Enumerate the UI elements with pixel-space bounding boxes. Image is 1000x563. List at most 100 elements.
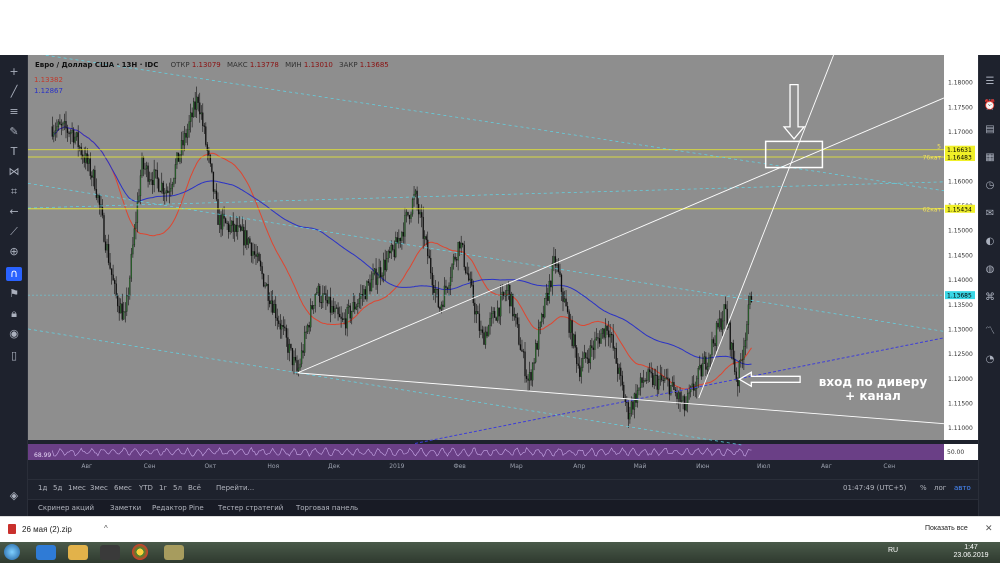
tf-5d[interactable]: 5д	[53, 484, 62, 492]
candle	[158, 178, 160, 192]
crosshair-icon[interactable]: +	[6, 65, 22, 79]
candle	[186, 129, 189, 138]
candle	[337, 307, 339, 315]
candle	[145, 165, 148, 170]
goto-date-button[interactable]: Перейти...	[216, 484, 254, 492]
tab-strategy-tester[interactable]: Тестер стратегий	[218, 504, 283, 512]
candle	[155, 169, 157, 171]
candle	[539, 321, 541, 328]
download-menu-arrow[interactable]: ^	[104, 524, 108, 533]
chart-area[interactable]: 1.180001.175001.170001.165001.160001.155…	[28, 55, 978, 479]
candle	[718, 318, 721, 328]
candle	[422, 216, 424, 239]
ie-icon[interactable]	[36, 545, 56, 560]
tab-notes[interactable]: Заметки	[110, 504, 141, 512]
chrome-icon[interactable]	[132, 544, 148, 560]
candle	[411, 199, 414, 215]
percent-toggle[interactable]: %	[920, 484, 927, 492]
tf-ytd[interactable]: YTD	[139, 484, 153, 492]
alert-clock-icon[interactable]: ⏰	[983, 99, 997, 113]
candle	[285, 327, 288, 338]
data-window-icon[interactable]: ▤	[983, 123, 997, 137]
tf-1d[interactable]: 1д	[38, 484, 47, 492]
trend-icon[interactable]: 〽	[983, 325, 997, 339]
clock[interactable]: 01:47:49 (UTC+5)	[843, 484, 906, 492]
candle	[398, 238, 400, 244]
log-toggle[interactable]: лог	[934, 484, 946, 492]
fib-icon[interactable]: ≡	[6, 105, 22, 119]
candle	[617, 363, 619, 374]
layers-icon[interactable]: ◈	[6, 489, 22, 503]
brush-icon[interactable]: ✎	[6, 125, 22, 139]
rsi-level-label: 50.00	[947, 449, 964, 456]
ruler-icon[interactable]: ⟋	[6, 225, 22, 239]
candle	[389, 251, 391, 254]
explorer-icon[interactable]	[68, 545, 88, 560]
tray-clock[interactable]: 1:47 23.06.2019	[951, 544, 991, 560]
candle	[92, 169, 95, 178]
start-button-icon[interactable]	[4, 544, 20, 560]
trash-icon[interactable]: ▯	[6, 349, 22, 363]
signals-icon[interactable]: ⌘	[983, 291, 997, 305]
candle	[275, 304, 277, 319]
chat-icon[interactable]: ✉	[983, 207, 997, 221]
candle	[591, 345, 593, 349]
calendar-icon[interactable]: ▦	[983, 151, 997, 165]
tf-1m[interactable]: 1мес	[68, 484, 86, 492]
candle	[273, 304, 275, 313]
hotlist-icon[interactable]: ◷	[983, 179, 997, 193]
symbol-title[interactable]: Евро / Доллар США · 13Н · IDC	[35, 61, 158, 69]
lock-drawing-icon[interactable]: ⚑	[6, 287, 22, 301]
candle	[276, 317, 278, 321]
candle	[281, 325, 283, 330]
candle	[253, 251, 256, 255]
tab-trading-panel[interactable]: Торговая панель	[296, 504, 358, 512]
close-icon[interactable]: ✕	[985, 523, 993, 534]
back-arrow-icon[interactable]: ←	[6, 205, 22, 219]
ideas-icon[interactable]: ◐	[983, 235, 997, 249]
tf-5y[interactable]: 5л	[173, 484, 182, 492]
candle	[314, 294, 316, 306]
magnet-icon[interactable]: ∩	[6, 267, 22, 281]
candle	[507, 284, 509, 291]
candle	[571, 320, 573, 347]
trendline-icon[interactable]: ╱	[6, 85, 22, 99]
app-icon[interactable]	[164, 545, 184, 560]
tf-6m[interactable]: 6мес	[114, 484, 132, 492]
candle	[231, 220, 233, 226]
tf-1y[interactable]: 1г	[159, 484, 167, 492]
eye-icon[interactable]: ◉	[6, 327, 22, 341]
pattern-icon[interactable]: ⋈	[6, 165, 22, 179]
notifications-icon[interactable]: ◔	[983, 353, 997, 367]
y-tick-label: 1.14000	[948, 277, 973, 284]
y-tick-label: 1.18000	[948, 80, 973, 87]
watchlist-icon[interactable]: ☰	[983, 75, 997, 89]
text-icon[interactable]: T	[6, 145, 22, 159]
candle	[460, 243, 462, 249]
media-icon[interactable]	[100, 545, 120, 560]
candle	[118, 305, 120, 314]
zoom-icon[interactable]: ⊕	[6, 245, 22, 259]
candle	[492, 311, 494, 314]
candle	[535, 343, 537, 363]
candle	[205, 126, 207, 145]
tab-stock-screener[interactable]: Скринер акций	[38, 504, 94, 512]
lock-icon[interactable]: 🔒︎	[6, 307, 22, 321]
candle	[320, 302, 322, 304]
auto-toggle[interactable]: авто	[954, 484, 971, 492]
candle	[424, 236, 426, 239]
streams-icon[interactable]: ◍	[983, 263, 997, 277]
language-indicator[interactable]: RU	[888, 547, 898, 554]
measure-icon[interactable]: ⌗	[6, 185, 22, 199]
candle	[747, 304, 750, 325]
tf-3m[interactable]: 3мес	[90, 484, 108, 492]
candle	[334, 308, 336, 313]
candle	[525, 375, 528, 379]
candle	[430, 257, 432, 274]
candle	[677, 392, 680, 400]
candle	[316, 292, 318, 295]
download-item[interactable]: 26 мая (2).zip	[22, 525, 72, 534]
tab-pine-editor[interactable]: Редактор Pine	[152, 504, 204, 512]
show-all-button[interactable]: Показать все	[925, 525, 968, 532]
tf-all[interactable]: Всё	[188, 484, 201, 492]
